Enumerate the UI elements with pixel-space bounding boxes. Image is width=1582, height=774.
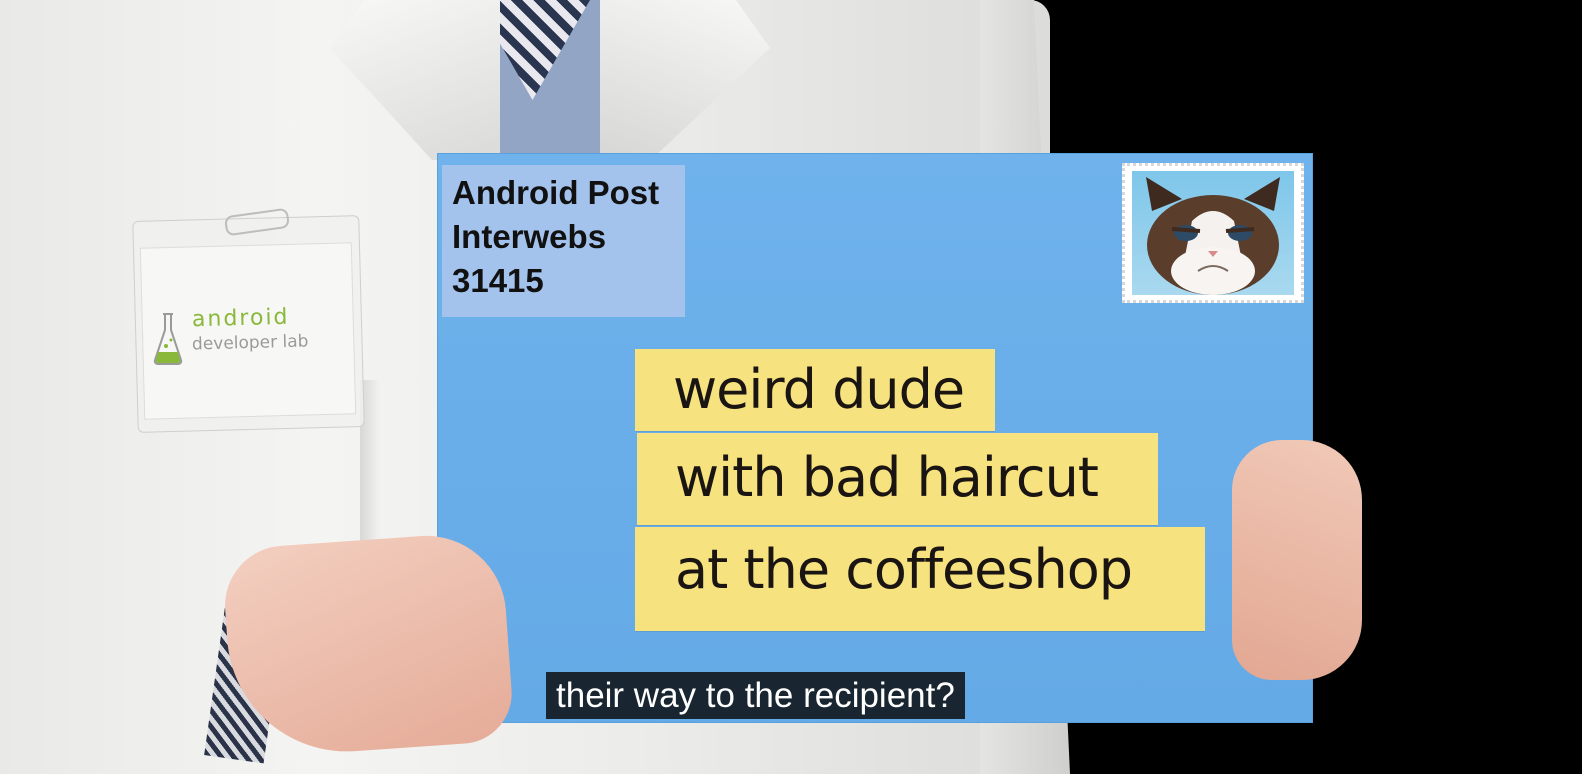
recipient-line: at the coffeeshop xyxy=(675,538,1133,601)
right-hand xyxy=(1232,440,1362,680)
subtitle-caption: their way to the recipient? xyxy=(546,672,965,719)
grumpy-cat-stamp-icon xyxy=(1132,171,1294,295)
video-frame[interactable]: android developer lab Android Post Inter… xyxy=(0,0,1582,774)
recipient-line: with bad haircut xyxy=(675,446,1099,509)
android-logo-text: android xyxy=(191,304,290,333)
return-address-line: Android Post xyxy=(452,174,660,211)
flask-icon xyxy=(153,313,183,365)
return-address-line: Interwebs xyxy=(452,218,607,255)
developer-lab-text: developer lab xyxy=(191,331,309,355)
return-address-line: 31415 xyxy=(452,262,544,299)
recipient-line: weird dude xyxy=(673,358,965,421)
